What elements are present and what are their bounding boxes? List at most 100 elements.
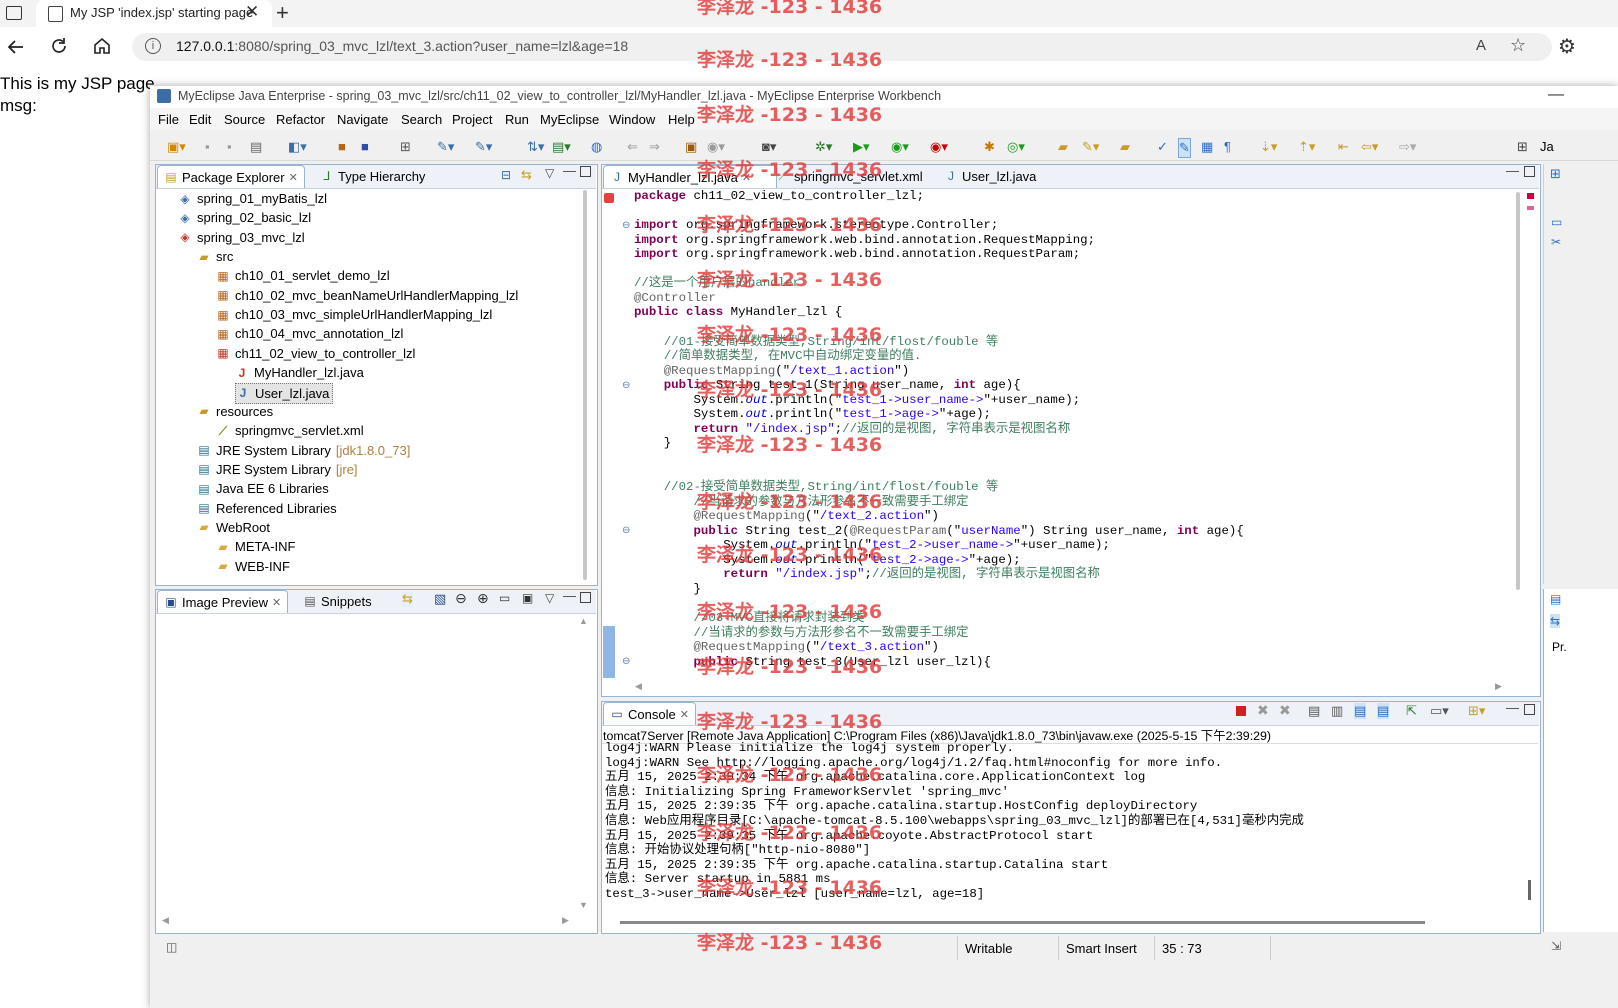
sync-preview-icon[interactable]: ⇆	[402, 591, 413, 607]
run-icon[interactable]: ▶▾	[853, 138, 870, 156]
toggle-highlight-icon[interactable]: ✎	[1178, 138, 1191, 158]
run-history-icon[interactable]: ◉▾	[891, 138, 909, 156]
tree-item[interactable]: ▰ src	[197, 247, 233, 266]
close-view-icon[interactable]: ✕	[680, 708, 689, 721]
open-console-icon[interactable]: ⊞▾	[1468, 703, 1485, 719]
fold-toggle-icon[interactable]: ⊖	[622, 656, 630, 667]
tree-item[interactable]: ▰ WebRoot	[197, 518, 270, 537]
open-type-icon[interactable]: ⊞	[400, 138, 411, 156]
fold-toggle-icon[interactable]: ⊖	[622, 220, 630, 231]
properties-icon[interactable]: ▤	[1550, 592, 1561, 606]
new-image-icon[interactable]: ▣	[685, 138, 697, 156]
forward-history-icon[interactable]: ⇒	[649, 138, 660, 156]
home-icon[interactable]	[92, 36, 112, 56]
tree-item[interactable]: ◈ spring_03_mvc_lzl	[178, 228, 304, 247]
read-aloud-icon[interactable]: A	[1476, 37, 1486, 54]
scroll-lock-icon[interactable]: ▥	[1331, 703, 1343, 719]
fit-window-icon[interactable]: ▣	[522, 591, 533, 605]
deploy-icon[interactable]: ◧▾	[288, 138, 307, 156]
tree-item[interactable]: J User_lzl.java	[235, 382, 334, 404]
new-tab-icon[interactable]: +	[276, 0, 289, 26]
tree-item[interactable]: ◈ spring_02_basic_lzl	[178, 208, 311, 227]
server-manage-icon[interactable]: ■	[361, 138, 369, 156]
menu-file[interactable]: File	[158, 112, 179, 127]
tree-item[interactable]: ▰ META-INF	[216, 537, 295, 556]
tree-item[interactable]: ▦ ch10_03_mvc_simpleUrlHandlerMapping_lzl	[216, 305, 492, 324]
tree-scrollbar[interactable]	[583, 190, 587, 580]
java-perspective-label[interactable]: Ja	[1540, 138, 1554, 156]
zoom-in-icon[interactable]: ⊕	[477, 590, 489, 607]
favorite-star-icon[interactable]: ☆	[1510, 35, 1526, 56]
menu-help[interactable]: Help	[668, 112, 695, 127]
tab-console[interactable]: ▭ Console ✕	[603, 702, 696, 725]
next-annotation-icon[interactable]: ⇣▾	[1260, 138, 1277, 156]
preview-vertical-scrollbar[interactable]: ▲ ▼	[578, 616, 590, 912]
overview-error-marker[interactable]	[1527, 193, 1534, 199]
tab-package-explorer[interactable]: ▤ Package Explorer ✕	[157, 165, 305, 188]
menu-run[interactable]: Run	[505, 112, 529, 127]
console-horizontal-scrollbar[interactable]	[620, 921, 1425, 924]
open-workspace-icon[interactable]: ▰	[1120, 138, 1130, 156]
open-resource-icon[interactable]: ◉▾	[707, 138, 725, 156]
hierarchy-view-icon[interactable]: ⇆	[1550, 614, 1561, 628]
close-tab-icon[interactable]: ✕	[245, 2, 259, 22]
tree-item[interactable]: ◈ spring_01_myBatis_lzl	[178, 189, 327, 208]
show-whitespace-icon[interactable]: ¶	[1224, 138, 1231, 156]
show-on-error-icon[interactable]: ▤	[1377, 703, 1390, 719]
minimize-view-icon[interactable]: —	[563, 163, 576, 178]
site-info-icon[interactable]: i	[145, 38, 161, 54]
show-on-output-icon[interactable]: ▤	[1354, 703, 1367, 719]
menu-edit[interactable]: Edit	[189, 112, 211, 127]
preview-horizontal-scrollbar[interactable]: ◀ ▶	[160, 915, 576, 927]
settings-gear-icon[interactable]: ⚙	[1558, 34, 1576, 59]
tree-item[interactable]: ▤ JRE System Library [jre]	[197, 460, 357, 479]
tree-item[interactable]: ▦ ch11_02_view_to_controller_lzl	[216, 344, 415, 363]
save-icon[interactable]: ▪	[205, 138, 210, 156]
maximize-console-icon[interactable]	[1524, 704, 1535, 715]
new-java-project-icon[interactable]: ✱	[984, 138, 995, 156]
save-all-icon[interactable]: ▪	[227, 138, 232, 156]
editor-horizontal-scrollbar[interactable]: ◀ ▶	[633, 681, 1509, 693]
back-history-icon[interactable]: ⇐	[627, 138, 638, 156]
clear-console-icon[interactable]: ▤	[1308, 703, 1320, 719]
maximize-view-icon[interactable]	[580, 166, 591, 177]
server-icon[interactable]: ■	[338, 138, 346, 156]
fold-toggle-icon[interactable]: ⊖	[622, 380, 630, 391]
tree-item[interactable]: ▦ ch10_04_mvc_annotation_lzl	[216, 324, 403, 343]
view-menu-icon[interactable]: ▽	[545, 166, 554, 180]
deploy-project-icon[interactable]: ⇅▾	[527, 138, 544, 156]
debug-icon[interactable]: ✲▾	[815, 138, 832, 156]
open-folder-icon[interactable]: ▰	[1058, 138, 1068, 156]
new-bean-icon[interactable]: ✎▾	[437, 138, 454, 156]
console-vertical-scrollbar[interactable]	[1528, 880, 1531, 900]
maximize-view-icon[interactable]	[580, 592, 591, 603]
back-nav-icon[interactable]: ⇦▾	[1361, 138, 1378, 156]
fast-view-icon[interactable]: ◫	[166, 940, 177, 954]
right-panel-label[interactable]: Pr.	[1552, 640, 1567, 654]
new-class-icon[interactable]: ◎▾	[1007, 138, 1025, 156]
minimize-console-icon[interactable]: —	[1506, 700, 1519, 715]
status-trim-icon[interactable]: ⇲	[1551, 939, 1561, 953]
screenshot-icon[interactable]: ◙▾	[762, 138, 776, 156]
actual-size-icon[interactable]: ▭	[499, 591, 510, 605]
refresh-icon[interactable]	[49, 36, 69, 56]
fold-toggle-icon[interactable]: ⊖	[622, 525, 630, 536]
minimize-view-icon[interactable]: —	[563, 588, 576, 603]
menu-source[interactable]: Source	[224, 112, 265, 127]
forward-nav-icon[interactable]: ⇨▾	[1399, 138, 1416, 156]
tab-snippets[interactable]: ▤ Snippets	[297, 590, 378, 612]
tree-item[interactable]: ▰ WEB-INF	[216, 557, 290, 576]
menu-project[interactable]: Project	[452, 112, 492, 127]
menu-search[interactable]: Search	[401, 112, 442, 127]
new-wizard-icon[interactable]: ▣▾	[167, 138, 186, 156]
stop-server-icon[interactable]: ◉▾	[930, 138, 948, 156]
zoom-out-icon[interactable]: ⊖	[455, 590, 467, 607]
browser-tab[interactable]: My JSP 'index.jsp' starting page ✕	[36, 0, 272, 27]
minimize-editor-icon[interactable]: —	[1506, 163, 1519, 178]
remove-all-launches-icon[interactable]: ✖	[1279, 702, 1291, 719]
open-perspective-icon[interactable]: ⊞	[1517, 138, 1528, 156]
tab-image-preview[interactable]: ▣ Image Preview ✕	[157, 590, 289, 613]
tree-item[interactable]: ▦ ch10_01_servlet_demo_lzl	[216, 266, 389, 285]
new-package-icon[interactable]: ▤▾	[552, 138, 571, 156]
tab-type-hierarchy[interactable]: ⅃ Type Hierarchy	[314, 165, 431, 187]
